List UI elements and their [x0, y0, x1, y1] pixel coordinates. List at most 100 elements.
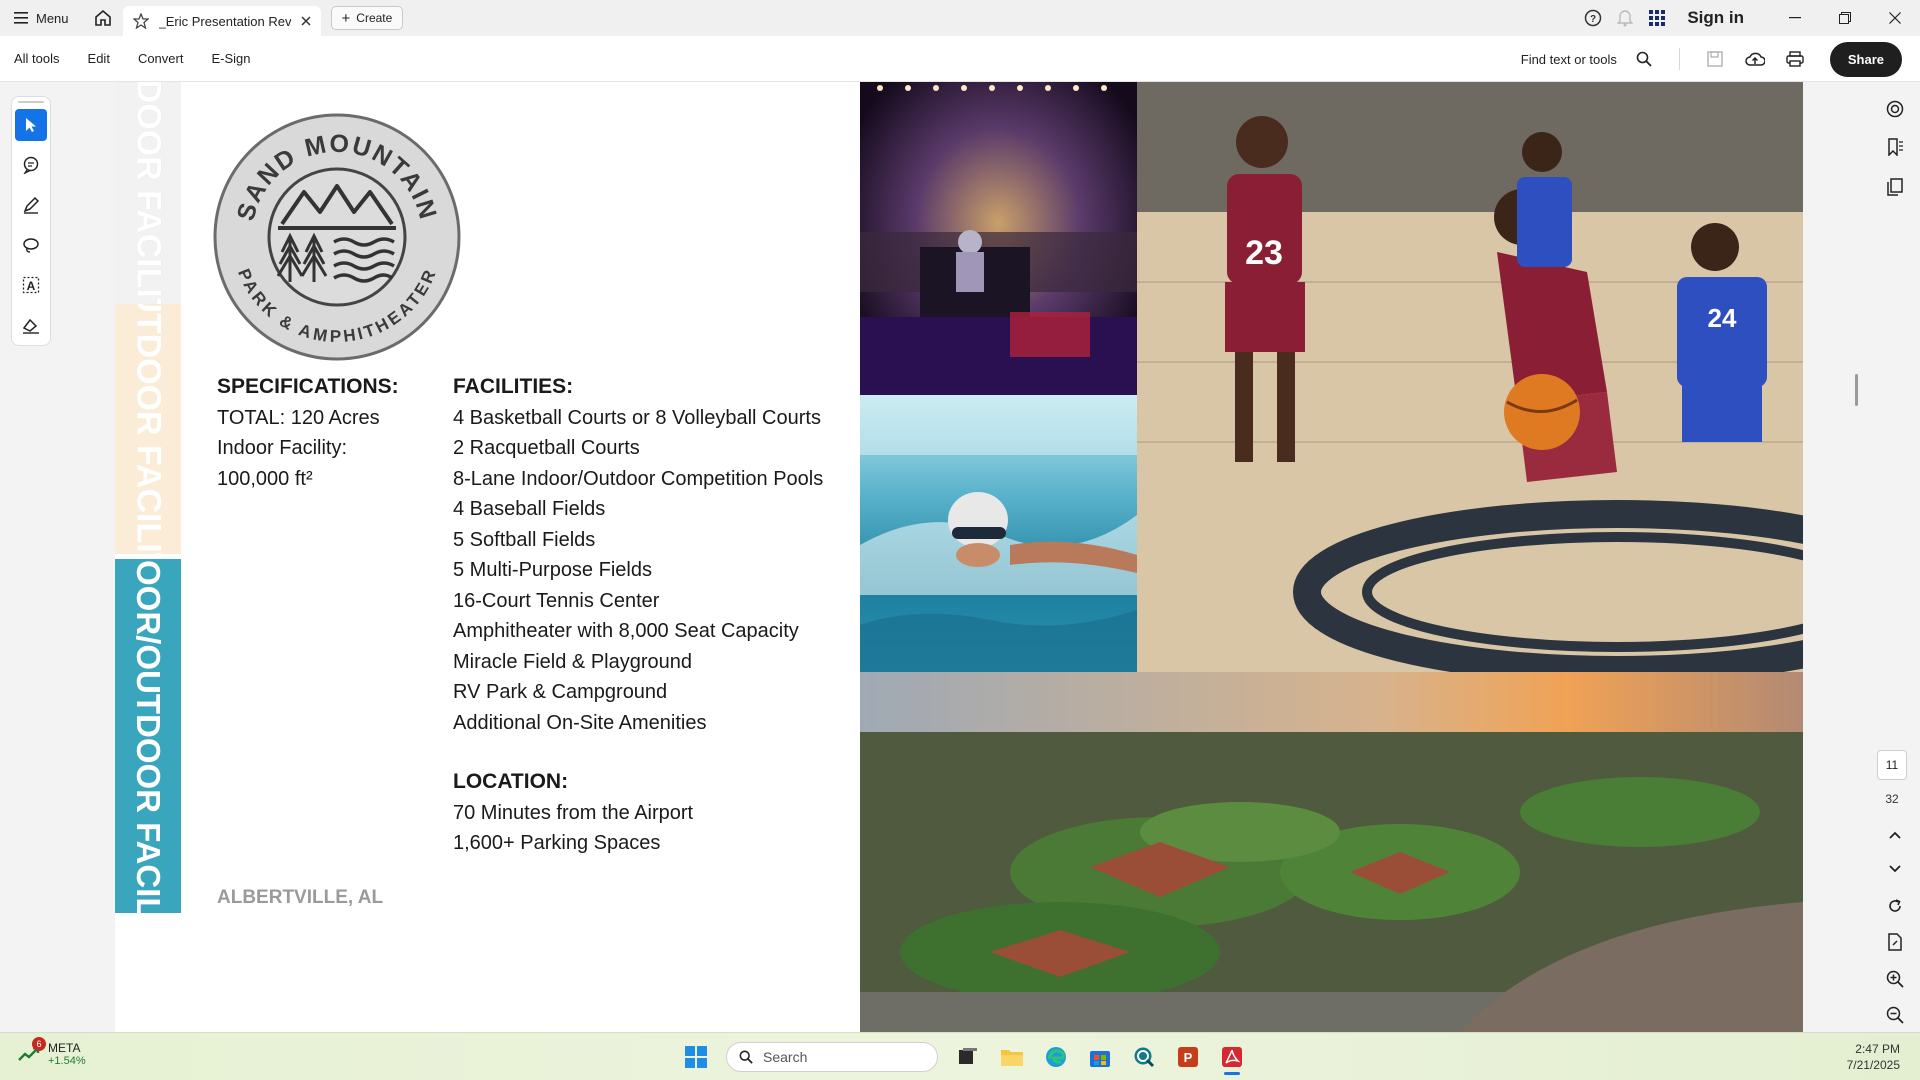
start-button[interactable] — [678, 1039, 714, 1075]
indoor-outdoor-stripe-label: INDOOR/OUTDOOR FACILITY — [130, 559, 167, 913]
print-button[interactable] — [1778, 42, 1812, 76]
sign-in-button[interactable]: Sign in — [1687, 8, 1744, 28]
create-button[interactable]: + Create — [330, 6, 404, 30]
help-button[interactable]: ? — [1577, 0, 1609, 36]
system-clock[interactable]: 2:47 PM 7/21/2025 — [1847, 1041, 1900, 1073]
share-button[interactable]: Share — [1829, 41, 1902, 77]
total-pages: 32 — [1885, 792, 1899, 806]
browser-search-app[interactable] — [1126, 1039, 1162, 1075]
powerpoint-app[interactable]: P — [1170, 1039, 1206, 1075]
indoor-outdoor-stripe: INDOOR/OUTDOOR FACILITY — [115, 559, 181, 913]
ai-assistant-button[interactable] — [1882, 96, 1908, 122]
find-text-label[interactable]: Find text or tools — [1521, 52, 1617, 67]
menu-all-tools[interactable]: All tools — [0, 51, 74, 66]
search-icon — [739, 1050, 753, 1064]
specifications-heading: SPECIFICATIONS: — [217, 375, 399, 398]
apps-button[interactable] — [1641, 0, 1673, 36]
task-view-button[interactable] — [950, 1039, 986, 1075]
copy-pages-icon — [1887, 178, 1903, 196]
vertical-scrollbar[interactable] — [1855, 374, 1858, 406]
edge-browser-icon — [1046, 1047, 1066, 1067]
draw-tool[interactable] — [15, 229, 47, 261]
menu-convert[interactable]: Convert — [124, 51, 198, 66]
minimize-button[interactable] — [1770, 0, 1820, 36]
spec-line: 100,000 ft² — [217, 467, 313, 490]
restore-button[interactable] — [1820, 0, 1870, 36]
close-icon — [1889, 12, 1901, 24]
bookmarks-button[interactable] — [1882, 134, 1908, 160]
microsoft-store-app[interactable] — [1082, 1039, 1118, 1075]
comment-icon — [23, 156, 39, 174]
close-window-button[interactable] — [1870, 0, 1920, 36]
concert-photo — [860, 82, 1137, 395]
jersey-number-24: 24 — [1708, 303, 1737, 333]
title-bar: Menu _Eric Presentation Revp... + Create… — [0, 0, 1920, 36]
folder-icon — [1001, 1050, 1023, 1066]
previous-page-button[interactable] — [1882, 822, 1908, 848]
notifications-button[interactable] — [1609, 0, 1641, 36]
svg-text:?: ? — [1590, 14, 1596, 25]
sign-tool[interactable] — [15, 309, 47, 341]
location-line: 70 Minutes from the Airport — [453, 801, 694, 824]
zoom-out-icon — [1886, 1006, 1904, 1024]
globe-search-icon — [1134, 1047, 1155, 1068]
rotate-button[interactable] — [1882, 893, 1908, 919]
facility-item: RV Park & Campground — [453, 681, 668, 703]
basketball-photo: 23 24 — [1137, 82, 1803, 672]
facility-item: 4 Baseball Fields — [453, 498, 606, 520]
facility-item: 2 Racquetball Courts — [453, 437, 640, 459]
page-tools-button[interactable] — [1882, 929, 1908, 955]
zoom-in-button[interactable] — [1882, 966, 1908, 992]
chevron-up-icon — [1889, 831, 1901, 839]
apps-grid-icon — [1649, 10, 1666, 26]
facilities-section: FACILITIES: 4 Basketball Courts or 8 Vol… — [453, 372, 823, 738]
pen-icon — [23, 196, 40, 214]
toolbar-divider — [1678, 48, 1680, 70]
star-icon[interactable] — [132, 13, 149, 29]
save-button[interactable] — [1698, 42, 1732, 76]
acrobat-icon — [1222, 1047, 1242, 1067]
menu-button[interactable]: Menu — [0, 0, 83, 36]
close-tab-icon[interactable] — [301, 16, 311, 26]
active-app-indicator — [1224, 1072, 1240, 1075]
taskbar-apps: Search P — [678, 1039, 1250, 1075]
menu-edit[interactable]: Edit — [74, 51, 124, 66]
panel-grip[interactable] — [18, 101, 44, 103]
file-explorer-app[interactable] — [994, 1039, 1030, 1075]
pages-button[interactable] — [1882, 174, 1908, 200]
bell-icon — [1617, 10, 1634, 27]
indoor-stripe-label: INDOOR FACILITY — [129, 82, 168, 304]
highlight-tool[interactable] — [15, 189, 47, 221]
outdoor-stripe: OUTDOOR FACILITY — [115, 304, 181, 554]
facility-item: Additional On-Site Amenities — [453, 711, 707, 734]
facility-item: Miracle Field & Playground — [453, 650, 692, 673]
lasso-icon — [23, 238, 39, 253]
acrobat-app[interactable] — [1214, 1039, 1250, 1075]
comment-tool[interactable] — [15, 149, 47, 181]
find-button[interactable] — [1627, 42, 1661, 76]
text-recognition-tool[interactable]: A — [15, 269, 47, 301]
create-label: Create — [356, 11, 393, 25]
next-page-button[interactable] — [1882, 856, 1908, 882]
current-page-field[interactable]: 11 — [1877, 750, 1907, 780]
document-tab[interactable]: _Eric Presentation Revp... — [122, 6, 321, 36]
home-button[interactable] — [83, 0, 123, 36]
zoom-out-button[interactable] — [1882, 1002, 1908, 1028]
location-line: 1,600+ Parking Spaces — [453, 832, 661, 854]
stock-widget[interactable]: 6 META +1.54% — [18, 1037, 86, 1067]
edge-app[interactable] — [1038, 1039, 1074, 1075]
taskbar-search[interactable]: Search — [726, 1042, 938, 1072]
ai-assistant-icon — [1886, 100, 1904, 118]
menu-e-sign[interactable]: E-Sign — [197, 51, 264, 66]
tab-title: _Eric Presentation Revp... — [158, 13, 291, 29]
spec-line: Indoor Facility: — [217, 437, 348, 459]
upload-button[interactable] — [1738, 42, 1772, 76]
menu-label: Menu — [36, 10, 69, 26]
clock-time: 2:47 PM — [1855, 1042, 1900, 1056]
main-toolbar: All tools Edit Convert E-Sign Find text … — [0, 36, 1920, 82]
clock-date: 7/21/2025 — [1846, 1058, 1900, 1072]
select-tool[interactable] — [15, 109, 47, 141]
zoom-in-icon — [1886, 970, 1904, 988]
search-placeholder: Search — [763, 1049, 808, 1065]
outdoor-stripe-label: OUTDOOR FACILITY — [129, 304, 168, 554]
